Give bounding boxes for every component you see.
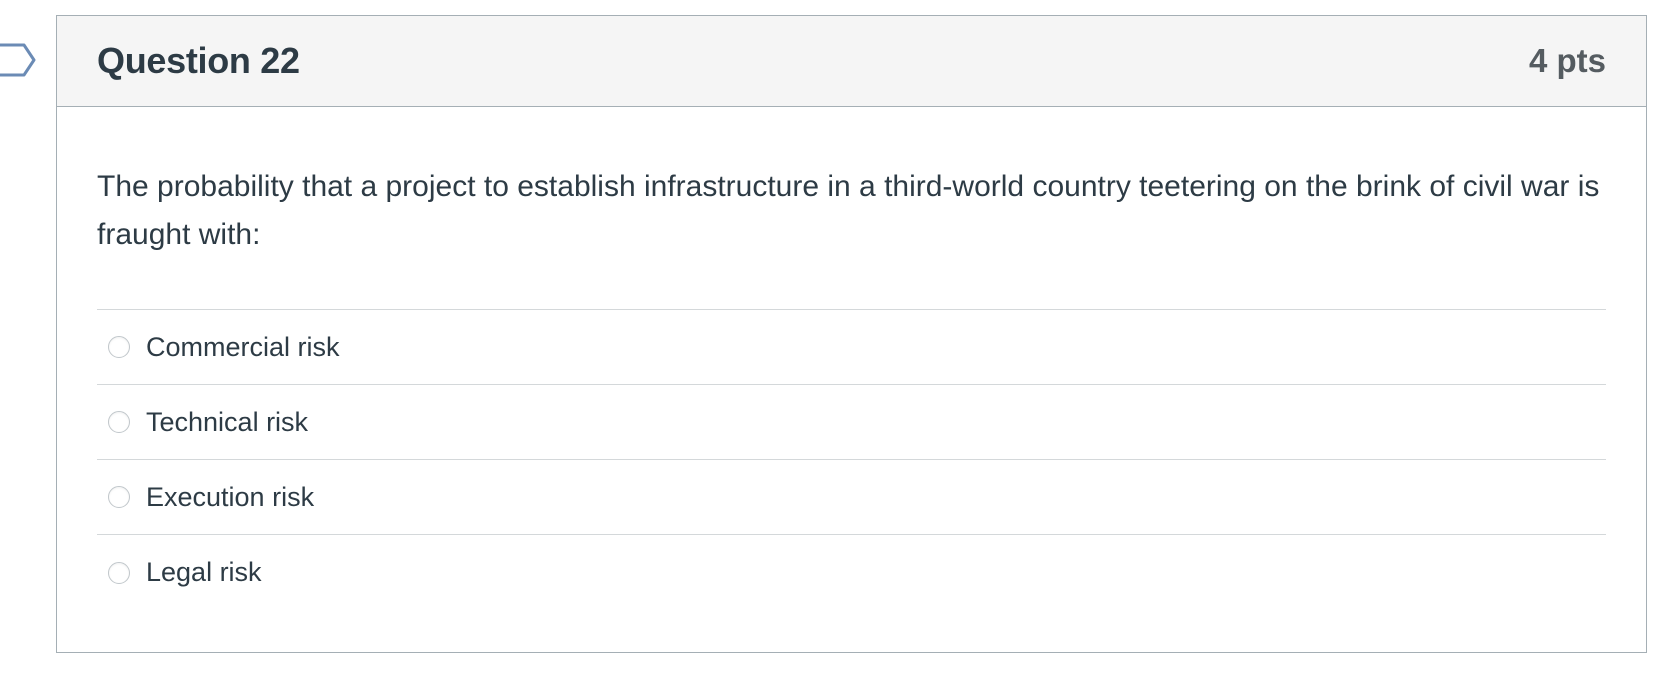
- question-title: Question 22: [97, 40, 300, 81]
- answer-option-execution-risk[interactable]: Execution risk: [97, 460, 1606, 535]
- question-text: The probability that a project to establ…: [97, 170, 1600, 251]
- radio-button[interactable]: [108, 336, 130, 358]
- radio-button[interactable]: [108, 411, 130, 433]
- answer-label: Execution risk: [146, 481, 315, 512]
- answer-option-commercial-risk[interactable]: Commercial risk: [97, 310, 1606, 385]
- question-card: Question 22 4 pts The probability that a…: [56, 15, 1647, 653]
- answer-option-legal-risk[interactable]: Legal risk: [97, 535, 1606, 610]
- answer-label: Technical risk: [146, 406, 309, 437]
- answer-option-technical-risk[interactable]: Technical risk: [97, 385, 1606, 460]
- quiz-page: Question 22 4 pts The probability that a…: [0, 0, 1671, 687]
- question-body: The probability that a project to establ…: [57, 107, 1646, 610]
- question-points: 4 pts: [1528, 42, 1606, 79]
- question-header: Question 22 4 pts: [57, 16, 1646, 107]
- flag-question-icon[interactable]: [0, 42, 38, 78]
- radio-button[interactable]: [108, 561, 130, 584]
- answer-list: Commercial risk Technical risk Execution…: [97, 309, 1606, 610]
- radio-button[interactable]: [108, 486, 130, 508]
- answer-label: Commercial risk: [146, 331, 340, 362]
- answer-label: Legal risk: [146, 557, 262, 587]
